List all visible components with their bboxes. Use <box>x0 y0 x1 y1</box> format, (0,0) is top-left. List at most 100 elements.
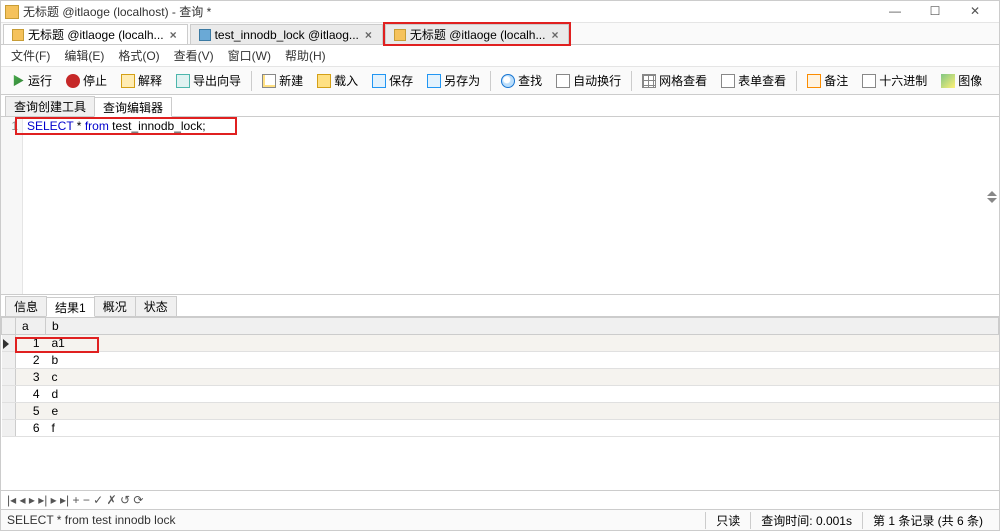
menu-help[interactable]: 帮助(H) <box>279 45 332 66</box>
doc-icon <box>394 29 406 41</box>
export-button[interactable]: 导出向导 <box>170 69 247 92</box>
col-header-a[interactable]: a <box>16 318 46 335</box>
cell-a[interactable]: 4 <box>16 386 46 403</box>
close-icon[interactable]: × <box>168 28 179 42</box>
status-sql: SELECT * from test innodb lock <box>7 513 705 527</box>
save-label: 保存 <box>389 72 413 89</box>
line-number: 1 <box>5 119 18 133</box>
result-grid[interactable]: a b 1a12b3c4d5e6f <box>1 317 999 437</box>
menu-bar: 文件(F) 编辑(E) 格式(O) 查看(V) 窗口(W) 帮助(H) <box>1 45 999 67</box>
row-header-corner <box>2 318 16 335</box>
nav-controls[interactable]: |◂ ◂ ▸ ▸| ▸ ▸| + − ✓ ✗ ↺ ⟳ <box>7 493 143 507</box>
status-record: 第 1 条记录 (共 6 条) <box>862 512 993 529</box>
splitter-arrows[interactable] <box>987 191 997 203</box>
note-button[interactable]: 备注 <box>801 69 854 92</box>
formview-label: 表单查看 <box>738 72 786 89</box>
table-row[interactable]: 5e <box>2 403 999 420</box>
cell-b[interactable]: a1 <box>46 335 999 352</box>
save-icon <box>372 74 386 88</box>
new-button[interactable]: 新建 <box>256 69 309 92</box>
menu-window[interactable]: 窗口(W) <box>222 45 277 66</box>
table-row[interactable]: 3c <box>2 369 999 386</box>
table-row[interactable]: 6f <box>2 420 999 437</box>
tab-editor[interactable]: 查询编辑器 <box>94 97 172 117</box>
cell-a[interactable]: 6 <box>16 420 46 437</box>
record-navigator[interactable]: |◂ ◂ ▸ ▸| ▸ ▸| + − ✓ ✗ ↺ ⟳ <box>1 490 999 510</box>
separator <box>796 71 797 91</box>
tab-profile[interactable]: 概况 <box>94 296 136 316</box>
cell-a[interactable]: 3 <box>16 369 46 386</box>
image-icon <box>941 74 955 88</box>
cell-b[interactable]: d <box>46 386 999 403</box>
menu-format[interactable]: 格式(O) <box>112 45 165 66</box>
stop-button[interactable]: 停止 <box>60 69 113 92</box>
close-button[interactable]: ✕ <box>955 2 995 22</box>
doc-tab-label: 无标题 @itlaoge (localh... <box>28 26 164 43</box>
menu-edit[interactable]: 编辑(E) <box>58 45 110 66</box>
run-label: 运行 <box>28 72 52 89</box>
minimize-button[interactable]: — <box>875 2 915 22</box>
find-button[interactable]: 查找 <box>495 69 548 92</box>
doc-tab-1[interactable]: 无标题 @itlaoge (localh... × <box>3 24 188 44</box>
cell-b[interactable]: f <box>46 420 999 437</box>
row-header <box>2 386 16 403</box>
status-bar: SELECT * from test innodb lock 只读 查询时间: … <box>1 510 999 530</box>
cell-a[interactable]: 2 <box>16 352 46 369</box>
stop-icon <box>66 74 80 88</box>
close-icon[interactable]: × <box>549 28 560 42</box>
tab-info[interactable]: 信息 <box>5 296 47 316</box>
menu-view[interactable]: 查看(V) <box>168 45 220 66</box>
export-label: 导出向导 <box>193 72 241 89</box>
toolbar: 运行 停止 解释 导出向导 新建 载入 保存 另存为 查找 自动换行 网格查看 … <box>1 67 999 95</box>
row-header <box>2 369 16 386</box>
play-icon <box>11 74 25 88</box>
menu-file[interactable]: 文件(F) <box>5 45 56 66</box>
close-icon[interactable]: × <box>363 28 374 42</box>
code-area[interactable]: SELECT * from test_innodb_lock; <box>23 117 999 294</box>
wrap-label: 自动换行 <box>573 72 621 89</box>
img-button[interactable]: 图像 <box>935 69 988 92</box>
explain-button[interactable]: 解释 <box>115 69 168 92</box>
col-header-b[interactable]: b <box>46 318 999 335</box>
cell-b[interactable]: b <box>46 352 999 369</box>
cell-a[interactable]: 5 <box>16 403 46 420</box>
table-row[interactable]: 1a1 <box>2 335 999 352</box>
table-icon <box>199 29 211 41</box>
hex-label: 十六进制 <box>879 72 927 89</box>
wrap-button[interactable]: 自动换行 <box>550 69 627 92</box>
hex-button[interactable]: 十六进制 <box>856 69 933 92</box>
tab-state[interactable]: 状态 <box>135 296 177 316</box>
form-icon <box>721 74 735 88</box>
saveas-icon <box>427 74 441 88</box>
sql-keyword: SELECT <box>27 119 73 133</box>
gridview-label: 网格查看 <box>659 72 707 89</box>
sql-keyword: from <box>85 119 109 133</box>
cell-a[interactable]: 1 <box>16 335 46 352</box>
find-label: 查找 <box>518 72 542 89</box>
formview-button[interactable]: 表单查看 <box>715 69 792 92</box>
doc-tab-3[interactable]: 无标题 @itlaoge (localh... × <box>385 24 570 44</box>
chevron-up-icon <box>987 191 997 196</box>
table-row[interactable]: 4d <box>2 386 999 403</box>
doc-tab-2[interactable]: test_innodb_lock @itlaog... × <box>190 24 383 44</box>
saveas-button[interactable]: 另存为 <box>421 69 486 92</box>
table-row[interactable]: 2b <box>2 352 999 369</box>
result-tabs: 信息 结果1 概况 状态 <box>1 295 999 317</box>
tab-result1[interactable]: 结果1 <box>46 297 95 317</box>
gridview-button[interactable]: 网格查看 <box>636 69 713 92</box>
grid-icon <box>642 74 656 88</box>
sql-editor[interactable]: 1 SELECT * from test_innodb_lock; <box>1 117 999 295</box>
saveas-label: 另存为 <box>444 72 480 89</box>
maximize-button[interactable]: ☐ <box>915 2 955 22</box>
tab-builder[interactable]: 查询创建工具 <box>5 96 95 116</box>
cell-b[interactable]: c <box>46 369 999 386</box>
note-label: 备注 <box>824 72 848 89</box>
load-icon <box>317 74 331 88</box>
cell-b[interactable]: e <box>46 403 999 420</box>
explain-label: 解释 <box>138 72 162 89</box>
explain-icon <box>121 74 135 88</box>
load-button[interactable]: 载入 <box>311 69 364 92</box>
save-button[interactable]: 保存 <box>366 69 419 92</box>
app-icon <box>5 5 19 19</box>
run-button[interactable]: 运行 <box>5 69 58 92</box>
